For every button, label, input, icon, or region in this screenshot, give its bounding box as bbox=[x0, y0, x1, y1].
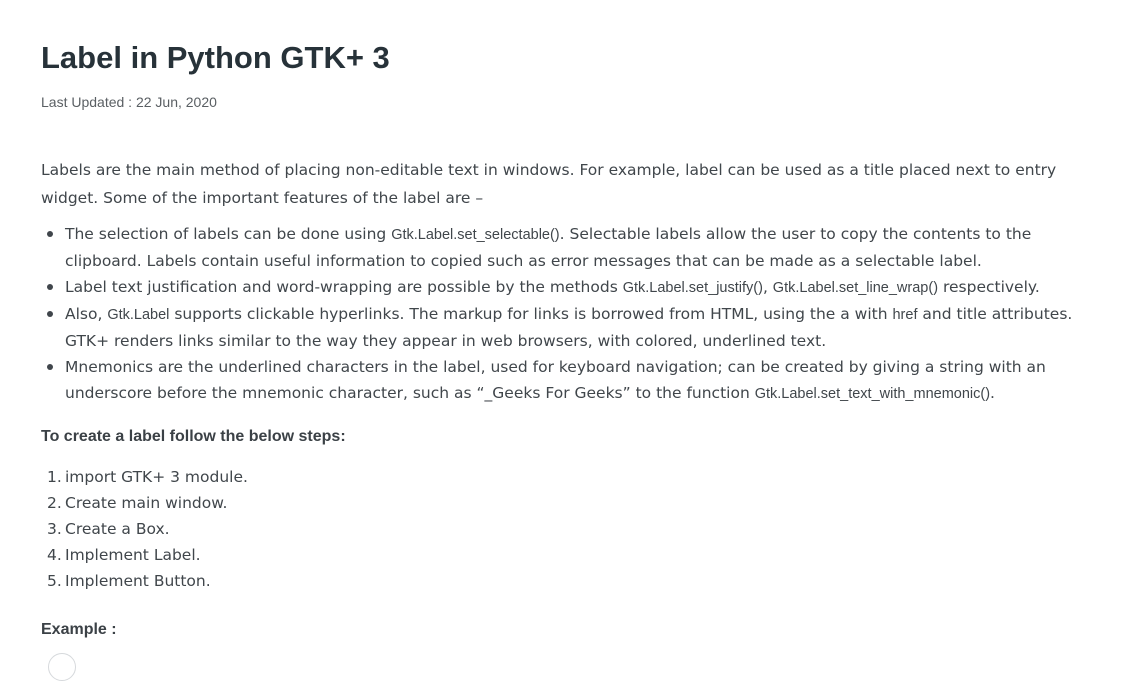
list-item: Also, Gtk.Label supports clickable hyper… bbox=[47, 301, 1101, 354]
inline-code: Gtk.Label.set_line_wrap() bbox=[772, 280, 939, 296]
step-number: 4. bbox=[47, 546, 62, 564]
list-item: Mnemonics are the underlined characters … bbox=[47, 354, 1101, 407]
list-item: Label text justification and word-wrappi… bbox=[47, 274, 1101, 301]
list-item: 5. Implement Button. bbox=[47, 568, 248, 594]
inline-code: href bbox=[892, 307, 918, 323]
features-list: The selection of labels can be done usin… bbox=[41, 221, 1101, 407]
code-run-button-edge[interactable] bbox=[48, 653, 76, 681]
bullet-icon bbox=[47, 231, 53, 237]
step-number: 1. bbox=[47, 468, 62, 486]
inline-code: Gtk.Label.set_text_with_mnemonic() bbox=[754, 386, 991, 402]
inline-code: Gtk.Label.set_selectable() bbox=[391, 227, 560, 243]
bullet-icon bbox=[47, 364, 53, 370]
intro-paragraph: Labels are the main method of placing no… bbox=[41, 161, 1057, 207]
steps-heading: To create a label follow the below steps… bbox=[41, 428, 346, 445]
steps-list: 1. import GTK+ 3 module. 2. Create main wi… bbox=[41, 464, 248, 594]
step-number: 2. bbox=[47, 494, 62, 512]
step-number: 3. bbox=[47, 520, 62, 538]
list-item: 4. Implement Label. bbox=[47, 542, 248, 568]
example-heading: Example : bbox=[41, 621, 117, 638]
inline-code: Gtk.Label.set_justify() bbox=[622, 280, 763, 296]
inline-code: Gtk.Label bbox=[107, 307, 170, 323]
list-item: 1. import GTK+ 3 module. bbox=[47, 464, 248, 490]
list-item: 2. Create main window. bbox=[47, 490, 248, 516]
list-item: 3. Create a Box. bbox=[47, 516, 248, 542]
list-item: The selection of labels can be done usin… bbox=[47, 221, 1101, 274]
article-title: Label in Python GTK+ 3 bbox=[41, 40, 390, 75]
bullet-icon bbox=[47, 284, 53, 290]
last-updated: Last Updated : 22 Jun, 2020 bbox=[41, 94, 217, 110]
step-number: 5. bbox=[47, 572, 62, 590]
bullet-icon bbox=[47, 311, 53, 317]
